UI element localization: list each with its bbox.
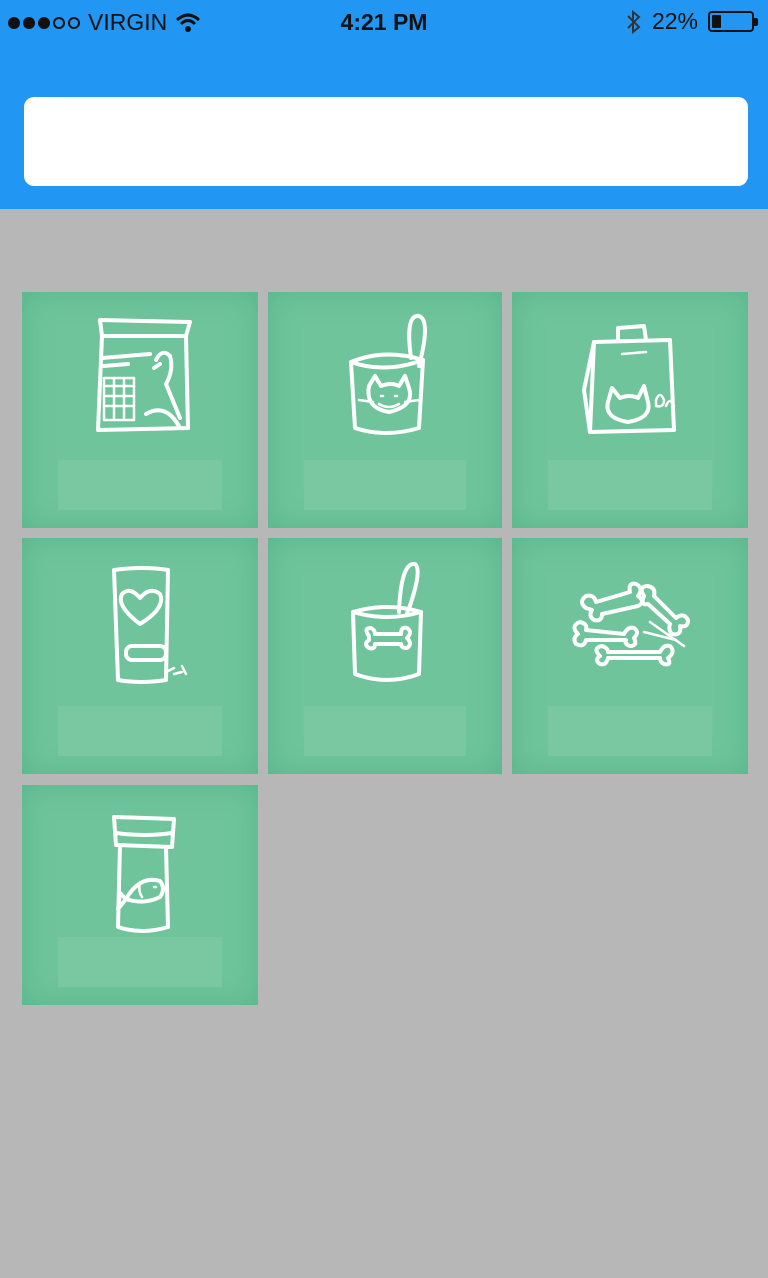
product-tile[interactable] <box>22 785 258 1005</box>
fish-food-jar-icon <box>112 815 176 933</box>
cat-food-bag-icon <box>582 324 676 434</box>
tile-label <box>304 706 466 756</box>
tile-label <box>58 937 222 987</box>
pet-treat-bag-icon <box>112 566 188 684</box>
product-grid <box>0 0 768 1278</box>
cat-food-can-icon <box>349 314 427 435</box>
tile-label <box>548 460 712 510</box>
tile-label <box>58 460 222 510</box>
tile-label <box>304 460 466 510</box>
product-tile[interactable] <box>22 538 258 774</box>
dog-bones-icon <box>572 581 690 667</box>
product-tile[interactable] <box>512 538 748 774</box>
product-tile[interactable] <box>268 292 502 528</box>
product-tile[interactable] <box>512 292 748 528</box>
product-tile[interactable] <box>22 292 258 528</box>
dog-food-can-icon <box>351 562 423 682</box>
bird-seed-bag-icon <box>96 318 192 432</box>
product-tile[interactable] <box>268 538 502 774</box>
tile-label <box>548 706 712 756</box>
tile-label <box>58 706 222 756</box>
